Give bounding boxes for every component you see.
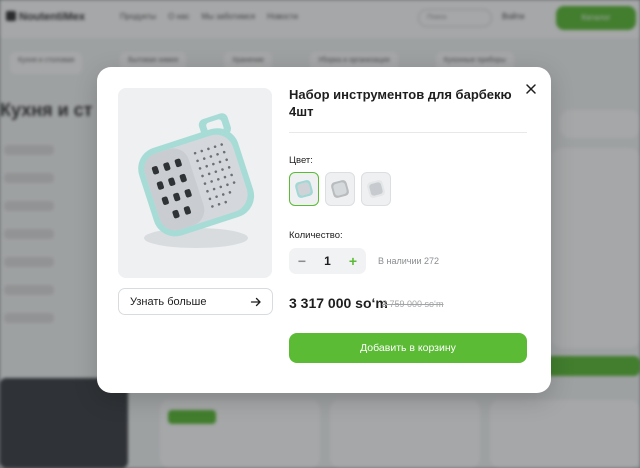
color-option-grey[interactable] (325, 172, 355, 206)
color-options (289, 172, 391, 206)
grater-image (138, 113, 255, 248)
learn-more-label: Узнать больше (130, 295, 207, 308)
quantity-value: 1 (324, 254, 331, 268)
learn-more-button[interactable]: Узнать больше (118, 288, 273, 315)
grater-thumbnail-icon (295, 180, 313, 198)
grater-thumbnail-icon (367, 180, 385, 198)
stock-status: В наличии 272 (378, 256, 440, 266)
divider (289, 132, 527, 133)
quantity-label: Количество: (289, 230, 343, 241)
grater-thumbnail-icon (331, 180, 349, 198)
add-to-cart-button[interactable]: Добавить в корзину (289, 333, 527, 363)
color-option-white[interactable] (361, 172, 391, 206)
decrease-button[interactable]: − (295, 248, 309, 274)
close-button[interactable] (523, 81, 539, 97)
old-price: 3 759 000 so‘m (382, 299, 444, 309)
quick-view-modal: Узнать больше Набор инструментов для бар… (97, 67, 551, 393)
color-option-mint[interactable] (289, 172, 319, 206)
product-title: Набор инструментов для барбекю 4шт (289, 87, 512, 119)
current-price: 3 317 000 so‘m (289, 295, 388, 311)
arrow-right-icon (250, 297, 261, 306)
increase-button[interactable]: + (346, 248, 360, 274)
product-image (118, 88, 272, 278)
close-icon (526, 84, 536, 94)
quantity-stepper: − 1 + (289, 248, 366, 274)
color-label: Цвет: (289, 155, 313, 166)
